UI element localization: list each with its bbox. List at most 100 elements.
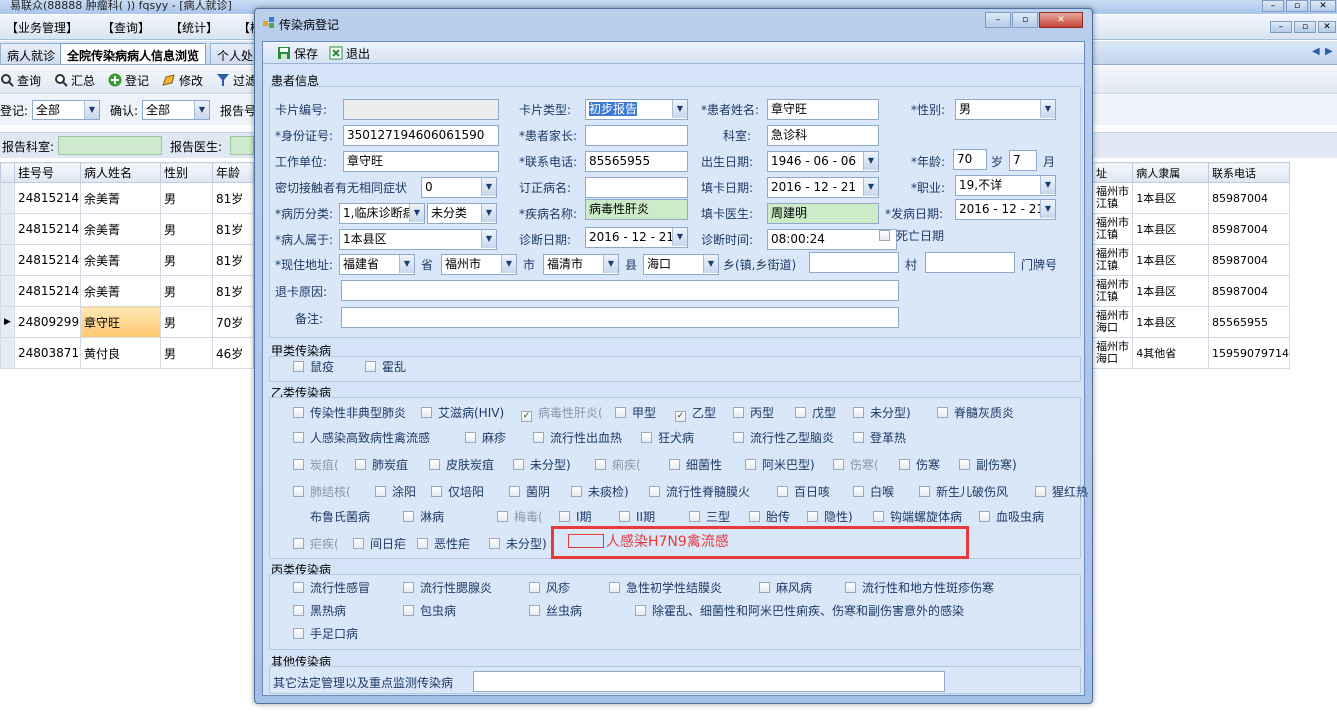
dialog-maximize-button[interactable]: ▫	[1012, 12, 1038, 28]
checkbox-malaria-untyped[interactable]: 未分型)	[489, 535, 547, 552]
col-age[interactable]: 年龄	[212, 162, 254, 183]
checkbox-anthrax[interactable]: 炭疽(	[293, 456, 339, 473]
h7n9-checkbox[interactable]	[568, 534, 604, 548]
checkbox-leprosy[interactable]: 麻风病	[759, 579, 812, 596]
tab-patient-visit[interactable]: 病人就诊	[0, 43, 63, 64]
checkbox-echinococcosis[interactable]: 包虫病	[403, 602, 456, 619]
checkbox-syphilis-3[interactable]: 三型	[689, 508, 730, 525]
age-month-input[interactable]: 7	[1009, 150, 1037, 171]
checkbox-bacteria-negative[interactable]: 菌阴	[509, 483, 550, 500]
dialog-exit-button[interactable]: 退出	[329, 45, 370, 62]
checkbox-hepatitis-a[interactable]: 甲型	[615, 404, 656, 421]
checkbox-smear-positive[interactable]: 涂阳	[375, 483, 416, 500]
menu-business[interactable]: 【业务管理】	[6, 19, 78, 36]
col-belong[interactable]: 病人隶属	[1132, 162, 1210, 183]
dept-filter-input[interactable]	[58, 136, 162, 155]
checkbox-dengue[interactable]: 登革热	[853, 429, 906, 446]
checkbox-kala-azar[interactable]: 黑热病	[293, 602, 346, 619]
checkbox-pertussis[interactable]: 百日咳	[777, 483, 830, 500]
query-button[interactable]: 查询	[0, 72, 41, 89]
col-phone[interactable]: 联系电话	[1208, 162, 1290, 183]
checkbox-latent[interactable]: 隐性)	[807, 508, 853, 525]
checkbox-hfmd[interactable]: 手足口病	[293, 625, 358, 642]
town-select[interactable]: 海口 ▼	[643, 254, 719, 275]
province-select[interactable]: 福建省 ▼	[339, 254, 415, 275]
confirm-filter-select[interactable]: 全部 ▼	[142, 100, 210, 120]
checkbox-encephalitis-b[interactable]: 流行性乙型脑炎	[733, 429, 834, 446]
return-reason-input[interactable]	[341, 280, 899, 301]
restore-button[interactable]: ▫	[1286, 0, 1308, 12]
col-reg-no[interactable]: 挂号号	[14, 162, 81, 183]
checkbox-culture-positive[interactable]: 仅培阳	[431, 483, 484, 500]
tab-scroll-right-icon[interactable]: ▶	[1325, 46, 1333, 57]
case-type-select-2[interactable]: 未分类 ▼	[427, 203, 497, 224]
checkbox-schistosomiasis[interactable]: 血吸虫病	[979, 508, 1044, 525]
checkbox-viral-hepatitis[interactable]: ✓ 病毒性肝炎(	[521, 404, 603, 422]
col-sex[interactable]: 性别	[160, 162, 213, 183]
checkbox-typhoid[interactable]: 伤寒	[899, 456, 940, 473]
table-row[interactable]: 24815214 余美菁男 81岁	[0, 244, 254, 276]
checkbox-anthrax-untyped[interactable]: 未分型)	[513, 456, 571, 473]
checkbox-rabies[interactable]: 狂犬病	[641, 429, 694, 446]
work-unit-input[interactable]: 章守旺	[343, 151, 499, 172]
phone-input[interactable]: 85565955	[585, 151, 688, 172]
checkbox-hepatitis-c[interactable]: 丙型	[733, 404, 774, 421]
col-patient-name[interactable]: 病人姓名	[80, 162, 161, 183]
checkbox-congenital[interactable]: 胎传	[749, 508, 790, 525]
minimize-button[interactable]: –	[1262, 0, 1284, 12]
close-button[interactable]: ✕	[1310, 0, 1336, 12]
mdi-restore-button[interactable]: ▫	[1294, 21, 1316, 33]
checkbox-filariasis[interactable]: 丝虫病	[529, 602, 582, 619]
checkbox-typhus[interactable]: 流行性和地方性斑疹伤寒	[845, 579, 994, 596]
belong-select[interactable]: 1本县区 ▼	[339, 229, 497, 250]
tab-infectious-browse[interactable]: 全院传染病病人信息浏览	[60, 43, 207, 64]
city-select[interactable]: 福州市 ▼	[441, 254, 517, 275]
street-input[interactable]	[809, 252, 899, 273]
checkbox-hiv[interactable]: 艾滋病(HIV)	[421, 404, 504, 421]
checkbox-sars[interactable]: 传染性非典型肺炎	[293, 404, 406, 421]
guardian-input[interactable]	[585, 125, 688, 146]
diag-time-input[interactable]: 08:00:24	[767, 229, 897, 250]
dept-input[interactable]: 急诊科	[767, 125, 879, 146]
checkbox-hemorrhagic-fever[interactable]: 流行性出血热	[533, 429, 622, 446]
checkbox-malaria[interactable]: 疟疾(	[293, 535, 339, 552]
checkbox-influenza[interactable]: 流行性感冒	[293, 579, 370, 596]
patient-name-input[interactable]: 章守旺	[767, 99, 879, 120]
dialog-close-button[interactable]: ✕	[1039, 12, 1083, 28]
checkbox-scarlet-fever[interactable]: 猩红热	[1035, 483, 1088, 500]
table-row[interactable]: 24803871 黄付良男 46岁	[0, 337, 254, 369]
table-row[interactable]: 24815214 余美菁男 81岁	[0, 275, 254, 307]
onset-date-picker[interactable]: 2016 - 12 - 21 ▼	[955, 199, 1056, 220]
menu-query[interactable]: 【查询】	[102, 19, 150, 36]
checkbox-syphilis-2[interactable]: II期	[619, 508, 655, 525]
checkbox-paratyphoid[interactable]: 副伤寒)	[959, 456, 1017, 473]
checkbox-amoebic[interactable]: 阿米巴型)	[745, 456, 815, 473]
checkbox-meningitis[interactable]: 流行性脊髓膜火	[649, 483, 750, 500]
card-type-select[interactable]: 初步报告 ▼	[585, 99, 688, 120]
table-row-selected[interactable]: ▶ 24809299 章守旺男 70岁	[0, 306, 254, 338]
checkbox-avian-flu[interactable]: 人感染高致病性禽流感	[293, 429, 430, 446]
checkbox-cholera[interactable]: 霍乱	[365, 358, 406, 375]
tab-scroll-left-icon[interactable]: ◀	[1312, 46, 1320, 57]
checkbox-other-diarrhea[interactable]: 除霍乱、细菌性和阿米巴性痢疾、伤寒和副伤害意外的感染	[635, 602, 964, 619]
case-type-select-1[interactable]: 1,临床诊断病 ▼	[339, 203, 425, 224]
table-row[interactable]: 福州市海口 4其他省 15959079714	[1091, 337, 1290, 369]
disease-input[interactable]: 病毒性肝炎	[585, 199, 688, 220]
checkbox-hepatitis-e[interactable]: 戊型	[795, 404, 836, 421]
register-filter-select[interactable]: 全部 ▼	[32, 100, 100, 120]
close-contact-select[interactable]: 0 ▼	[421, 177, 497, 198]
summary-button[interactable]: 汇总	[54, 72, 95, 89]
checkbox-pulmonary-anthrax[interactable]: 肺炭疽	[355, 456, 408, 473]
checkbox-brucellosis[interactable]: 布鲁氏菌病	[293, 508, 370, 525]
checkbox-conjunctivitis[interactable]: 急性初学性结膜炎	[609, 579, 722, 596]
tab-personal[interactable]: 个人处	[210, 43, 261, 64]
checkbox-leptospirosis[interactable]: 钩端螺旋体病	[873, 508, 962, 525]
remark-input[interactable]	[341, 307, 899, 328]
checkbox-plague[interactable]: 鼠疫	[293, 358, 334, 375]
checkbox-typhoid-group[interactable]: 伤寒(	[833, 456, 879, 473]
death-date-checkbox[interactable]: 死亡日期	[879, 227, 944, 244]
card-no-input[interactable]	[343, 99, 499, 120]
id-no-input[interactable]: 350127194606061590	[343, 125, 499, 146]
table-row[interactable]: 福州市江镇 1本县区 85987004	[1091, 182, 1290, 214]
fill-doctor-input[interactable]: 周建明	[767, 203, 879, 224]
